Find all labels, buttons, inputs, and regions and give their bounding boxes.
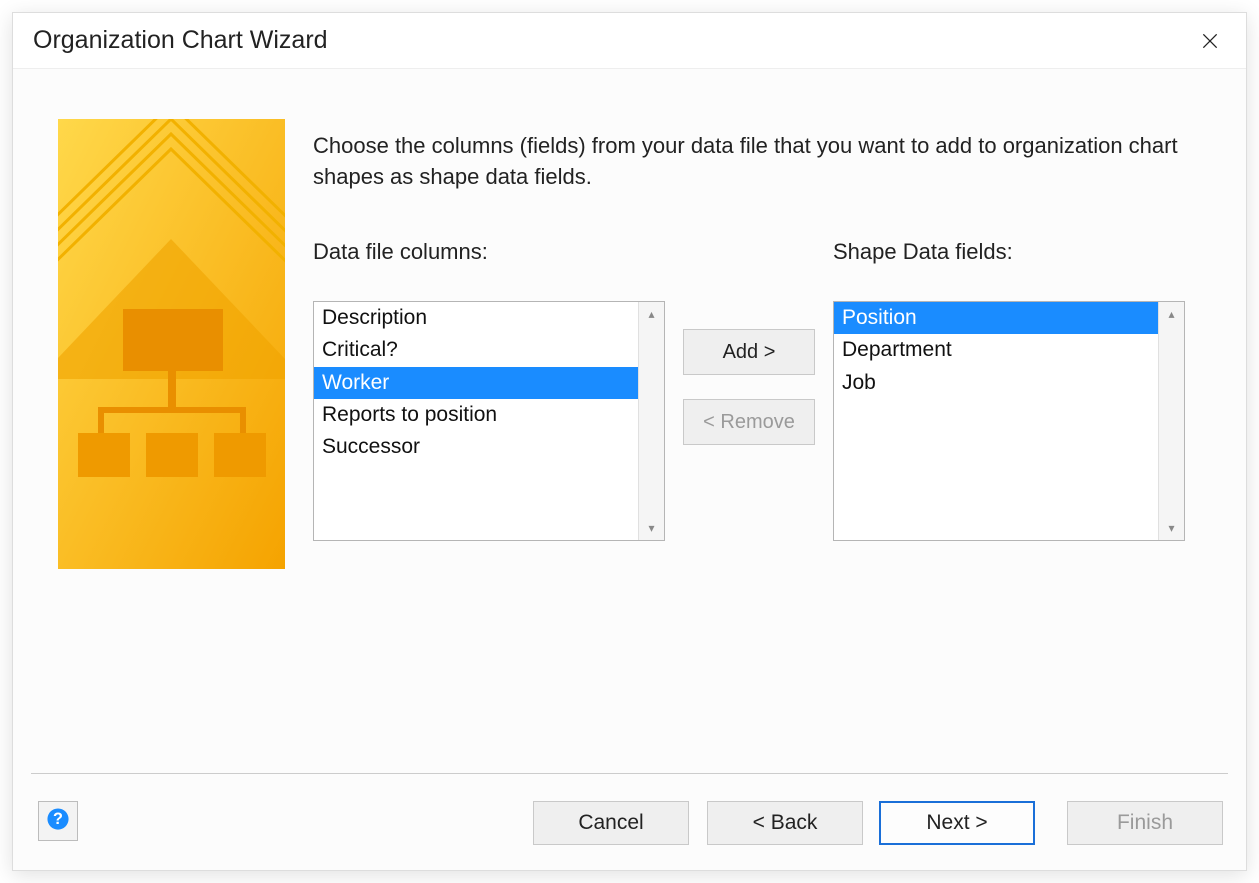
scrollbar[interactable]: ▴ ▾ xyxy=(1158,302,1184,540)
list-item[interactable]: Position xyxy=(834,302,1158,334)
close-icon[interactable] xyxy=(1194,25,1226,57)
help-button[interactable]: ? xyxy=(38,801,78,841)
scroll-up-icon[interactable]: ▴ xyxy=(639,302,664,326)
scroll-up-icon[interactable]: ▴ xyxy=(1159,302,1184,326)
titlebar: Organization Chart Wizard xyxy=(13,13,1246,69)
list-item[interactable]: Worker xyxy=(314,367,638,399)
shape-data-fields-listbox[interactable]: PositionDepartmentJob ▴ ▾ xyxy=(833,301,1185,541)
data-file-columns-listbox[interactable]: DescriptionCritical?WorkerReports to pos… xyxy=(313,301,665,541)
back-button[interactable]: < Back xyxy=(707,801,863,845)
cancel-button[interactable]: Cancel xyxy=(533,801,689,845)
list-item[interactable]: Description xyxy=(314,302,638,334)
list-item[interactable]: Department xyxy=(834,334,1158,366)
shape-data-fields-label: Shape Data fields: xyxy=(833,239,1013,265)
list-item[interactable]: Critical? xyxy=(314,334,638,366)
wizard-dialog: Organization Chart Wizard xyxy=(12,12,1247,871)
dialog-title: Organization Chart Wizard xyxy=(33,26,328,55)
dialog-body: Choose the columns (fields) from your da… xyxy=(13,69,1246,870)
transfer-buttons: Add > < Remove xyxy=(683,329,815,469)
scroll-down-icon[interactable]: ▾ xyxy=(1159,516,1184,540)
list-item[interactable]: Successor xyxy=(314,431,638,463)
add-button[interactable]: Add > xyxy=(683,329,815,375)
list-item[interactable]: Reports to position xyxy=(314,399,638,431)
finish-button: Finish xyxy=(1067,801,1223,845)
separator xyxy=(31,773,1228,774)
help-icon: ? xyxy=(45,806,71,837)
wizard-illustration xyxy=(58,119,285,569)
scrollbar[interactable]: ▴ ▾ xyxy=(638,302,664,540)
svg-text:?: ? xyxy=(53,809,63,827)
next-button[interactable]: Next > xyxy=(879,801,1035,845)
instruction-text: Choose the columns (fields) from your da… xyxy=(313,131,1183,193)
data-file-columns-label: Data file columns: xyxy=(313,239,488,265)
scroll-down-icon[interactable]: ▾ xyxy=(639,516,664,540)
list-item[interactable]: Job xyxy=(834,367,1158,399)
remove-button[interactable]: < Remove xyxy=(683,399,815,445)
